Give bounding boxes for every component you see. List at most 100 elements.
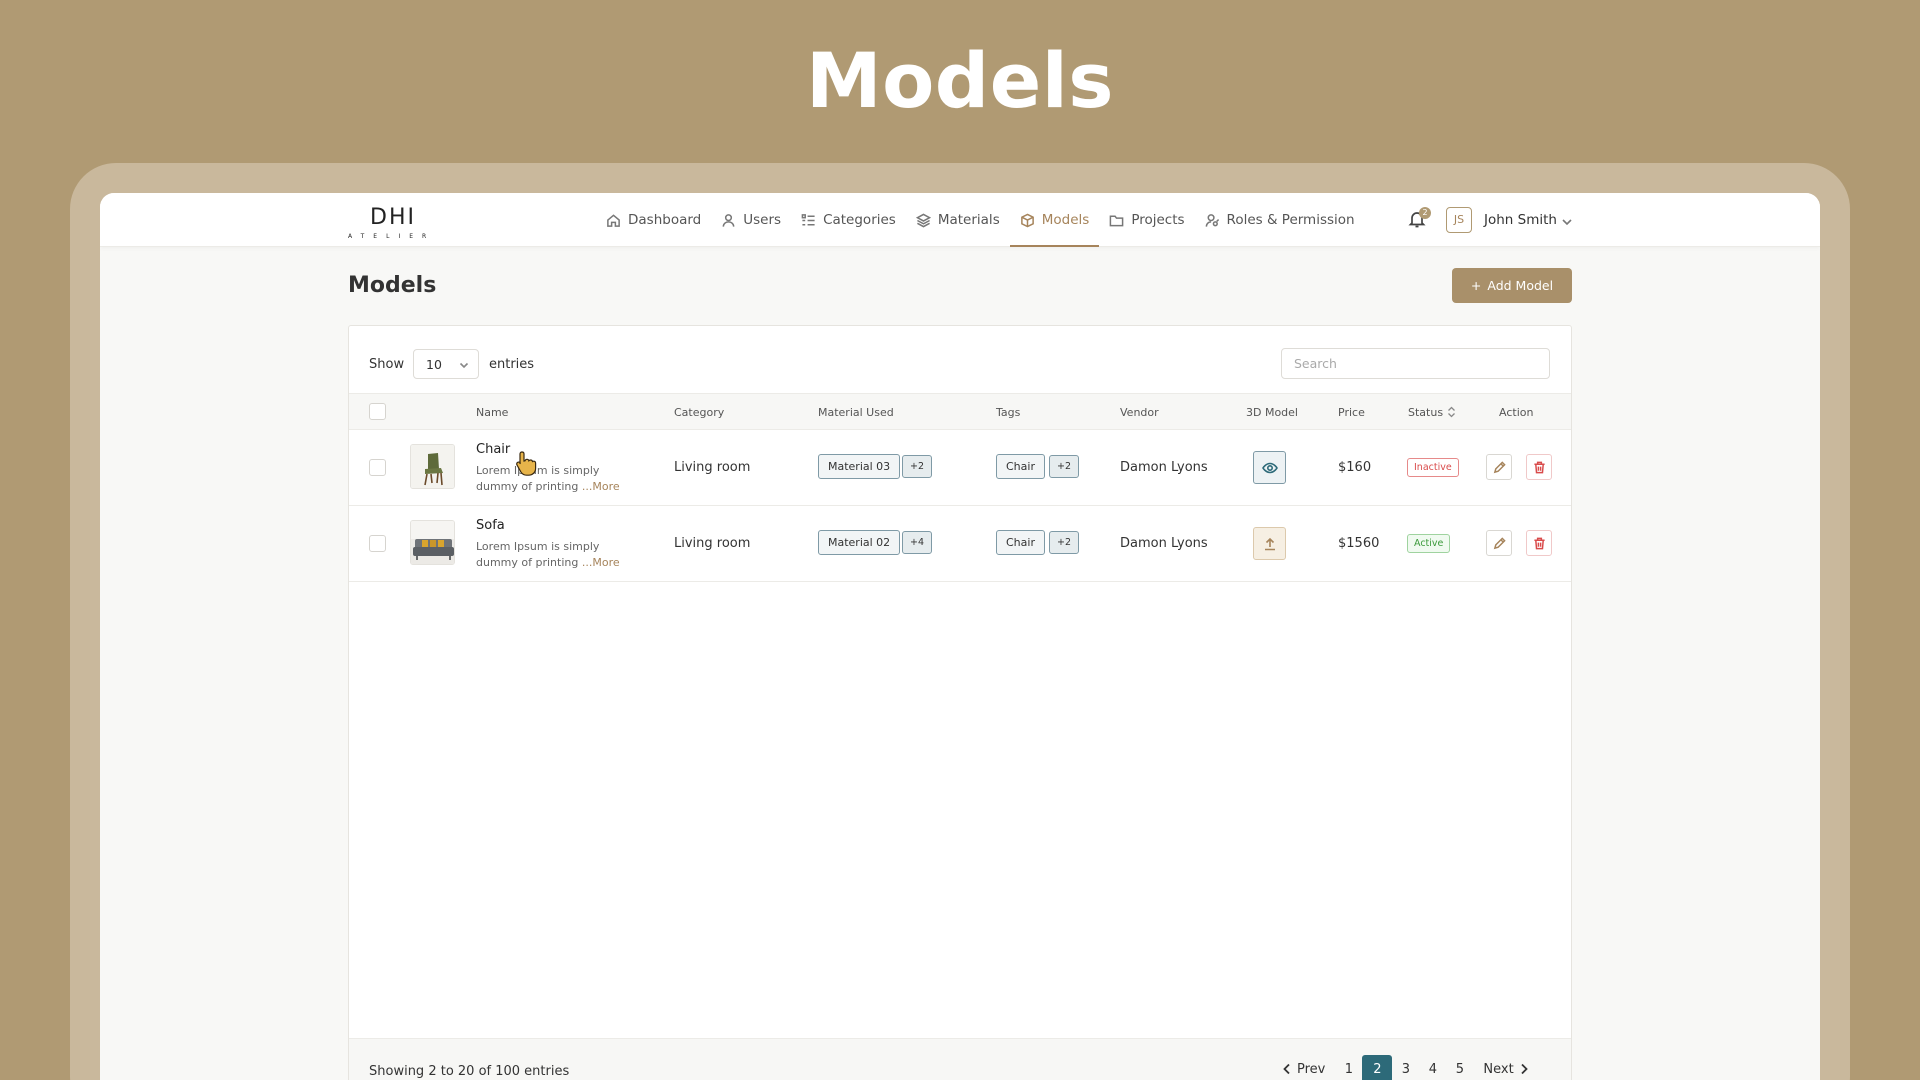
nav-item-materials[interactable]: Materials <box>906 193 1010 247</box>
table-header: Name Category Material Used Tags Vendor … <box>349 393 1571 430</box>
nav-item-label: Models <box>1041 212 1090 228</box>
next-page-button[interactable]: Next <box>1473 1055 1539 1080</box>
pencil-icon <box>1493 536 1506 549</box>
upload-3d-model-button[interactable] <box>1253 527 1286 560</box>
trash-icon <box>1533 537 1545 549</box>
more-link[interactable]: ...More <box>582 556 620 569</box>
nav-item-users[interactable]: Users <box>711 193 791 247</box>
add-model-label: Add Model <box>1487 278 1554 293</box>
model-name[interactable]: Sofa <box>476 518 505 533</box>
trash-icon <box>1533 461 1545 473</box>
material-more-chip[interactable]: +2 <box>902 455 933 478</box>
chevron-down-icon <box>459 362 469 369</box>
row-checkbox[interactable] <box>369 535 386 552</box>
chevron-right-icon <box>1521 1063 1528 1075</box>
category-cell: Living room <box>674 536 751 551</box>
main-nav: Dashboard Users Categories Materials Mod… <box>596 193 1365 247</box>
showing-entries-text: Showing 2 to 20 of 100 entries <box>369 1064 570 1079</box>
sort-icon[interactable] <box>1447 406 1456 418</box>
prev-label: Prev <box>1297 1061 1326 1077</box>
nav-item-label: Categories <box>823 212 896 228</box>
eye-icon <box>1261 462 1278 473</box>
nav-item-label: Dashboard <box>628 212 702 228</box>
price-cell: $160 <box>1338 460 1372 475</box>
notification-button[interactable]: 2 <box>1408 207 1431 230</box>
user-key-icon <box>1205 213 1219 227</box>
avatar[interactable]: JS <box>1446 207 1472 233</box>
logo[interactable]: DHI ATELIER <box>348 201 430 241</box>
user-name[interactable]: John Smith <box>1484 212 1557 228</box>
app-window: DHI ATELIER Dashboard Users Categories M… <box>100 193 1820 1080</box>
status-badge[interactable]: Inactive <box>1407 458 1459 477</box>
column-header-category[interactable]: Category <box>674 406 724 419</box>
edit-button[interactable] <box>1486 454 1512 480</box>
page-button-3[interactable]: 3 <box>1392 1055 1419 1080</box>
column-header-material[interactable]: Material Used <box>818 406 894 419</box>
material-chip[interactable]: Material 02 <box>818 530 901 555</box>
view-3d-model-button[interactable] <box>1253 451 1286 484</box>
notification-badge: 2 <box>1419 207 1431 219</box>
show-label: Show <box>369 357 405 372</box>
page-size-value: 10 <box>426 357 442 372</box>
search-input[interactable] <box>1281 348 1550 379</box>
chevron-down-icon[interactable] <box>1561 213 1573 226</box>
logo-text: DHI <box>370 205 416 230</box>
tag-chip[interactable]: Chair <box>996 454 1045 479</box>
nav-item-models[interactable]: Models <box>1009 193 1100 247</box>
model-description: Lorem Ipsum is simply dummy of printing … <box>476 463 636 495</box>
page-button-1[interactable]: 1 <box>1335 1055 1362 1080</box>
nav-item-categories[interactable]: Categories <box>791 193 906 247</box>
home-icon <box>607 213 620 227</box>
logo-subtext: ATELIER <box>348 233 436 240</box>
list-icon <box>801 213 815 225</box>
category-cell: Living room <box>674 460 751 475</box>
chair-thumbnail <box>410 444 455 489</box>
row-checkbox[interactable] <box>369 459 386 476</box>
sofa-thumbnail <box>410 520 455 565</box>
status-badge[interactable]: Active <box>1407 534 1451 553</box>
model-description: Lorem Ipsum is simply dummy of printing … <box>476 539 636 571</box>
column-header-tags[interactable]: Tags <box>996 406 1020 419</box>
delete-button[interactable] <box>1526 530 1552 556</box>
select-all-checkbox[interactable] <box>369 403 386 420</box>
chevron-left-icon <box>1283 1063 1290 1075</box>
material-chip[interactable]: Material 03 <box>818 454 901 479</box>
prev-page-button[interactable]: Prev <box>1271 1055 1335 1080</box>
column-header-name[interactable]: Name <box>476 406 508 419</box>
folder-icon <box>1109 215 1124 226</box>
top-navbar: DHI ATELIER Dashboard Users Categories M… <box>100 193 1820 247</box>
tag-chip[interactable]: Chair <box>996 530 1045 555</box>
nav-item-dashboard[interactable]: Dashboard <box>596 193 711 247</box>
column-header-status-label: Status <box>1408 406 1444 419</box>
column-header-vendor[interactable]: Vendor <box>1120 406 1159 419</box>
column-header-action: Action <box>1499 406 1534 419</box>
more-link[interactable]: ...More <box>582 480 620 493</box>
hand-cursor-icon <box>512 448 542 478</box>
nav-item-label: Users <box>743 212 782 228</box>
edit-button[interactable] <box>1486 530 1512 556</box>
entries-label: entries <box>489 357 535 372</box>
column-header-3d-model[interactable]: 3D Model <box>1246 406 1298 419</box>
add-model-button[interactable]: + Add Model <box>1452 268 1572 303</box>
hero-title: Models <box>805 36 1115 125</box>
page-size-select[interactable]: 10 <box>413 349 479 379</box>
upload-icon <box>1264 537 1275 550</box>
models-table-card: Show 10 entries Name Category Material U… <box>348 325 1572 1080</box>
column-header-status[interactable]: Status <box>1408 406 1456 419</box>
nav-item-projects[interactable]: Projects <box>1099 193 1194 247</box>
pagination: Prev 1 2 3 4 5 Next <box>1271 1053 1540 1080</box>
tag-more-chip[interactable]: +2 <box>1049 531 1080 554</box>
pencil-icon <box>1493 460 1506 473</box>
column-header-price[interactable]: Price <box>1338 406 1365 419</box>
page-button-4[interactable]: 4 <box>1419 1055 1446 1080</box>
model-name[interactable]: Chair <box>476 442 510 457</box>
tag-more-chip[interactable]: +2 <box>1049 455 1080 478</box>
delete-button[interactable] <box>1526 454 1552 480</box>
page-button-5[interactable]: 5 <box>1446 1055 1473 1080</box>
plus-icon: + <box>1470 278 1482 293</box>
next-label: Next <box>1483 1061 1514 1077</box>
table-row[interactable]: Sofa Lorem Ipsum is simply dummy of prin… <box>349 506 1571 582</box>
material-more-chip[interactable]: +4 <box>902 531 933 554</box>
nav-item-roles[interactable]: Roles & Permission <box>1195 193 1365 247</box>
page-button-2-current[interactable]: 2 <box>1362 1054 1393 1080</box>
